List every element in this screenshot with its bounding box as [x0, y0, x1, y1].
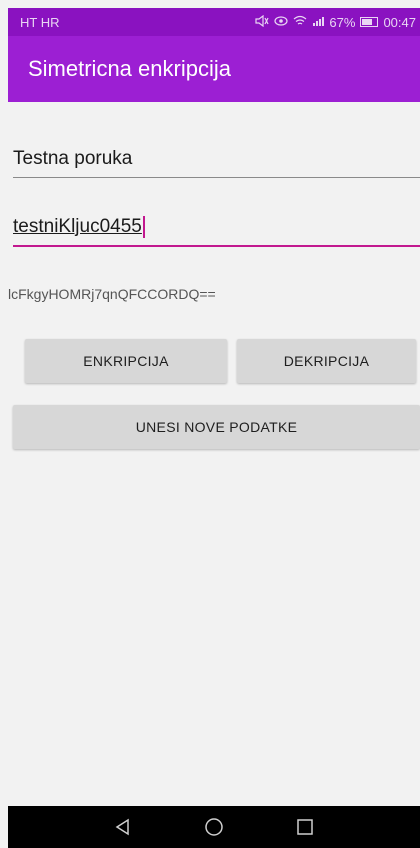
key-input[interactable]: testniKljuc0455: [13, 207, 420, 247]
navigation-bar: [8, 806, 420, 848]
result-text: lcFkgyHOMRj7qnQFCCORDQ==: [8, 286, 216, 302]
clock: 00:47: [383, 14, 416, 30]
recents-icon[interactable]: [294, 816, 316, 838]
signal-icon: [312, 15, 325, 30]
main-content: Testna poruka testniKljuc0455 lcFkgyHOMR…: [8, 102, 420, 720]
home-icon[interactable]: [203, 816, 225, 838]
key-value: testniKljuc0455: [13, 216, 142, 237]
message-input[interactable]: Testna poruka: [13, 138, 420, 178]
app-title: Simetricna enkripcija: [28, 56, 231, 81]
encrypt-button[interactable]: ENKRIPCIJA: [25, 339, 227, 383]
battery-percent: 67%: [329, 14, 356, 30]
message-value: Testna poruka: [13, 148, 133, 169]
battery-icon: [360, 17, 379, 27]
back-icon[interactable]: [112, 816, 134, 838]
eye-icon: [274, 15, 289, 30]
text-cursor: [142, 216, 145, 238]
decrypt-button[interactable]: DEKRIPCIJA: [237, 339, 416, 383]
carrier-label: HT HR: [20, 14, 60, 30]
enter-new-data-button[interactable]: UNESI NOVE PODATKE: [13, 405, 420, 449]
status-bar: HT HR 67% 00:47: [8, 8, 420, 36]
mute-icon: [255, 14, 269, 30]
status-icons: 67% 00:47: [255, 14, 416, 30]
app-bar: Simetricna enkripcija: [8, 36, 420, 102]
wifi-icon: [293, 15, 307, 30]
